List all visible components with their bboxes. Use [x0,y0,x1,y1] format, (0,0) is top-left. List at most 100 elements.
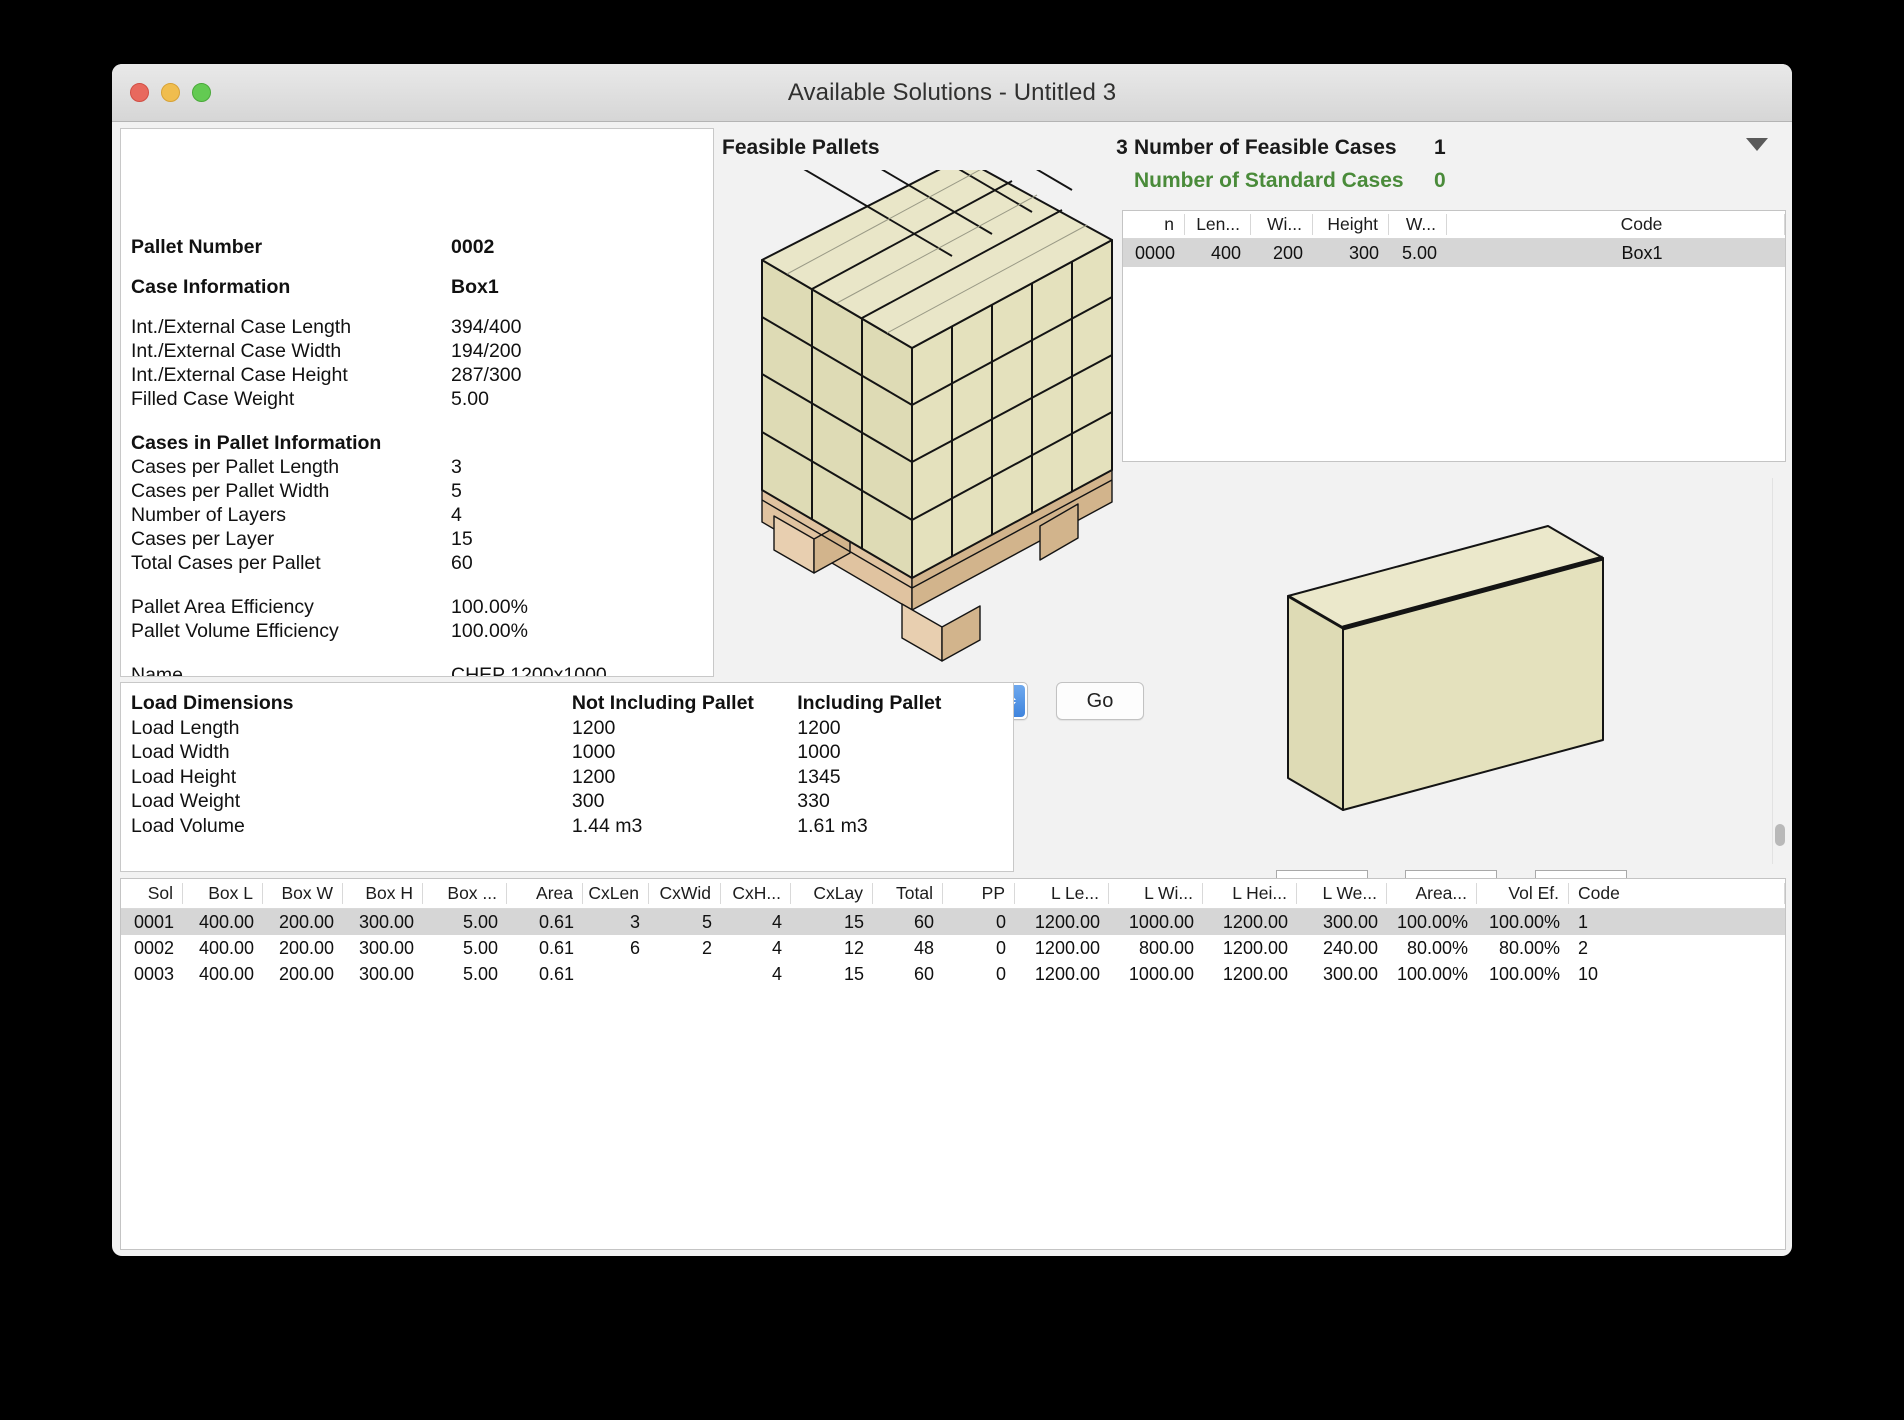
solutions-cell: 300.00 [358,937,414,958]
solutions-cell: 200.00 [278,937,334,958]
standard-cases-header: Number of Standard Cases 0 [1122,160,1786,193]
solutions-cell: 3 [629,911,640,932]
box-3d-preview[interactable] [1122,478,1764,864]
solutions-header-cell[interactable]: L We... [1297,883,1387,904]
solutions-header-cell[interactable]: CxLay [791,883,873,904]
table-row[interactable]: 0003 400.00 200.00 300.00 5.00 0.61 4 15 60 0 1200… [121,961,1785,987]
solutions-table-header-row: Sol Box L Box W Box H Box ... Area CxLen CxWid C… [121,879,1785,909]
solutions-header-cell[interactable]: Area... [1387,883,1477,904]
solutions-cell: 0.61 [538,911,574,932]
info-row: Int./External Case Width 194/200 [131,339,703,363]
case-table-header-cell[interactable]: Wi... [1251,214,1313,235]
feasible-pallets-label: Feasible Pallets [722,136,880,159]
solutions-cell: 100.00% [1488,911,1560,932]
info-row-value: 287/300 [451,364,522,386]
disclosure-triangle-icon[interactable] [1746,138,1768,151]
pallet-3d-preview[interactable] [722,101,1152,670]
info-row: Pallet Volume Efficiency 100.00% [131,619,703,643]
solutions-cell: 300.00 [358,911,414,932]
table-row[interactable]: 0000 400 200 300 5.00 Box1 [1123,239,1785,267]
load-row-label: Load Width [131,741,230,763]
case-table-cell: 400 [1210,242,1241,263]
case-table-header-cell[interactable]: W... [1389,214,1447,235]
standard-cases-label: Number of Standard Cases [1134,169,1404,192]
solutions-cell: 48 [913,937,934,958]
info-row-label: Cases per Pallet Length [131,456,340,478]
info-row-label: Number of Layers [131,504,286,526]
solutions-header-cell[interactable]: PP [943,883,1015,904]
info-row-label: Name [131,664,184,677]
load-row: Load Weight 300 330 [131,789,1003,814]
solutions-header-cell[interactable]: L Wi... [1109,883,1203,904]
solutions-cell: 4 [771,963,782,984]
solutions-cell: 80.00% [1406,937,1468,958]
feasible-cases-table[interactable]: n Len... Wi... Height W... Code 0000 400 200 300… [1122,210,1786,462]
table-row[interactable]: 0002 400.00 200.00 300.00 5.00 0.61 6 2 4 12 48 0 12… [121,935,1785,961]
pallet-3d-svg [761,101,1113,662]
solutions-header-cell[interactable]: Total [873,883,943,904]
case-table-header-cell[interactable]: Height [1313,214,1389,235]
solutions-header-cell[interactable]: Box H [343,883,423,904]
box-3d-svg [1287,525,1604,811]
solutions-cell: 1 [1578,911,1589,932]
solutions-cell: 100.00% [1396,911,1468,932]
load-row-including: 1000 [797,741,841,763]
solutions-cell: 1200.00 [1034,963,1100,984]
solutions-cell: 2 [701,937,712,958]
case-table-header-cell[interactable]: n [1123,214,1185,235]
solutions-cell: 0.61 [538,937,574,958]
solutions-cell: 1200.00 [1034,911,1100,932]
info-row-label: Cases in Pallet Information [131,432,382,454]
info-row-value: 0002 [451,236,495,258]
solutions-cell: 240.00 [1322,937,1378,958]
solutions-cell: 400.00 [198,937,254,958]
solutions-header-cell[interactable]: Box W [263,883,343,904]
solutions-header-cell[interactable]: Box ... [423,883,507,904]
load-row-including: 330 [797,790,830,812]
solutions-cell: 10 [1578,963,1599,984]
solutions-cell: 300.00 [1322,911,1378,932]
solutions-cell: 0 [995,937,1006,958]
case-table-body: 0000 400 200 300 5.00 Box1 [1123,239,1785,267]
solutions-header-cell[interactable]: Area [507,883,583,904]
info-row-label: Cases per Pallet Width [131,480,330,502]
info-row: Pallet Area Efficiency 100.00% [131,595,703,619]
solutions-header-cell[interactable]: Code [1569,883,1785,904]
solutions-cell: 300.00 [358,963,414,984]
solutions-header-cell[interactable]: Sol [121,883,183,904]
info-row-label: Int./External Case Width [131,340,342,362]
load-dimensions-title: Load Dimensions [131,692,294,714]
solutions-header-cell[interactable]: L Hei... [1203,883,1297,904]
case-table-header-cell[interactable]: Code [1499,214,1785,235]
solutions-cell: 100.00% [1488,963,1560,984]
solutions-header-cell[interactable]: Vol Ef. [1477,883,1569,904]
pallet-info-panel: Pallet Number 0002 Case Information Box1 Int… [120,128,714,677]
solutions-cell: 0 [995,963,1006,984]
pallet-info-rows: Pallet Number 0002 Case Information Box1 Int… [121,129,713,677]
col-including-pallet: Including Pallet [797,692,942,714]
scrollbar-thumb[interactable] [1775,824,1785,846]
load-dimensions-panel: Load Dimensions Not Including Pallet Inc… [120,682,1014,872]
box-preview-scrollbar[interactable] [1772,478,1786,864]
solutions-table[interactable]: Sol Box L Box W Box H Box ... Area CxLen CxWid C… [120,878,1786,1250]
solutions-cell: 0.61 [538,963,574,984]
solutions-cell: 0 [995,911,1006,932]
load-row-including: 1345 [797,765,841,788]
info-row-value: 194/200 [451,340,522,362]
load-row-including: 1200 [797,716,841,739]
info-row-value: 100.00% [451,620,528,642]
solutions-header-cell[interactable]: CxLen [583,883,649,904]
solutions-cell: 200.00 [278,911,334,932]
case-table-header-cell[interactable]: Len... [1185,214,1251,235]
info-row: Int./External Case Height 287/300 [131,363,703,387]
solutions-header-cell[interactable]: CxH... [721,883,791,904]
case-table-cell: 300 [1348,242,1379,263]
info-row-value: 5 [451,480,462,502]
window-body: Pallet Number 0002 Case Information Box1 Int… [112,101,1792,1256]
table-row[interactable]: 0001 400.00 200.00 300.00 5.00 0.61 3 5 4 15 60 0 12… [121,909,1785,935]
load-row: Load Height 1200 1345 [131,765,1003,790]
info-row: Cases in Pallet Information [131,431,703,455]
solutions-header-cell[interactable]: Box L [183,883,263,904]
solutions-header-cell[interactable]: L Le... [1015,883,1109,904]
solutions-header-cell[interactable]: CxWid [649,883,721,904]
